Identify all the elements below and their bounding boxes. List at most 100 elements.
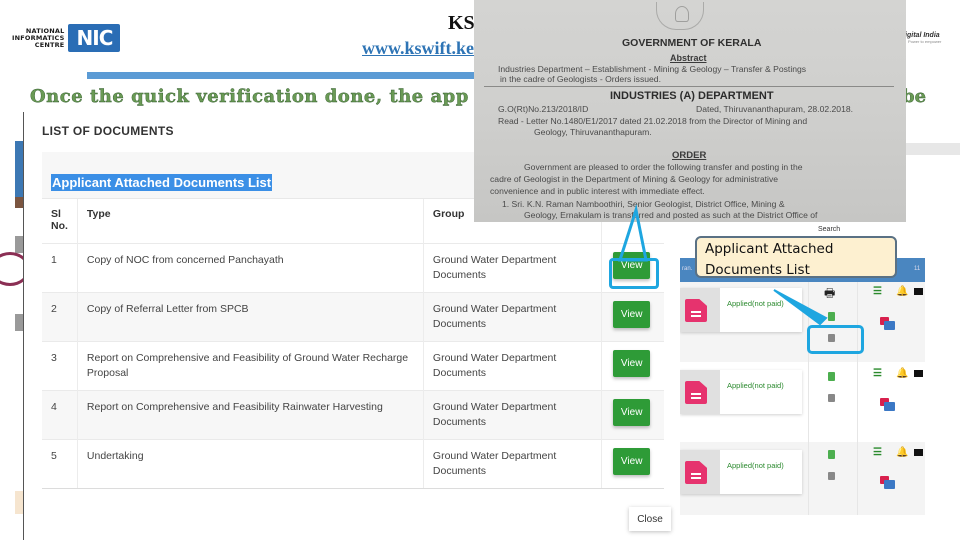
add-alert-icon[interactable]: 🔔 (896, 368, 908, 379)
icon-highlight-box (807, 325, 864, 354)
spreadsheet-icon[interactable] (828, 312, 835, 321)
go-government-heading: GOVERNMENT OF KERALA (622, 37, 762, 49)
column-divider (857, 282, 858, 515)
status-card[interactable]: Applied(not paid) (680, 288, 802, 332)
nic-logo-words: NATIONAL INFORMATICS CENTRE (12, 27, 65, 49)
nic-logo: NATIONAL INFORMATICS CENTRE NIC (12, 24, 121, 52)
cell-sl-no: 3 (42, 340, 78, 390)
callout-text: Applicant Attached (705, 241, 834, 257)
column-header-type: Type (77, 199, 424, 243)
nic-logo-mark: NIC (68, 24, 121, 52)
left-sidebar-block (15, 314, 23, 331)
status-icon-cell (680, 288, 720, 332)
print-icon[interactable]: 🖶 (824, 284, 835, 305)
left-sidebar-block (15, 197, 23, 208)
table-row: 4 Report on Comprehensive and Feasibility… (42, 389, 664, 439)
background-pane-bar (906, 143, 960, 155)
chat-icon[interactable] (880, 476, 896, 490)
chat-icon[interactable] (880, 317, 896, 331)
go-abstract-label: Abstract (670, 53, 707, 63)
view-button[interactable]: View (612, 447, 651, 475)
go-abstract-line: in the cadre of Geologists - Orders issu… (500, 74, 661, 84)
cell-type: Copy of NOC from concerned Panchayath (77, 242, 424, 292)
callout-text: Documents List (705, 262, 810, 278)
cell-type: Report on Comprehensive and Feasibility … (77, 389, 424, 439)
table-row: 2 Copy of Referral Letter from SPCB Ground… (42, 291, 664, 341)
cell-group: Ground Water Department Documents (423, 291, 602, 341)
list-icon[interactable]: ☰ (873, 286, 882, 297)
document-icon (685, 381, 707, 404)
message-icon[interactable] (914, 370, 923, 377)
add-alert-icon[interactable]: 🔔 (896, 447, 908, 458)
documents-table: Sl No. Type Group 1 Copy of NOC from conc… (42, 199, 664, 489)
cell-group: Ground Water Department Documents (423, 389, 602, 439)
table-row: 3 Report on Comprehensive and Feasibility… (42, 340, 664, 390)
chat-icon[interactable] (880, 398, 896, 412)
status-card[interactable]: Applied(not paid) (680, 370, 802, 414)
go-number: G.O(Rt)No.213/2018/ID (498, 104, 589, 114)
list-icon[interactable]: ☰ (873, 368, 882, 379)
left-sidebar-block (15, 491, 23, 514)
message-icon[interactable] (914, 288, 923, 295)
go-department: INDUSTRIES (A) DEPARTMENT (610, 90, 774, 102)
go-order-label: ORDER (672, 150, 707, 161)
view-button[interactable]: View (612, 398, 651, 426)
cell-view: View (601, 340, 664, 390)
status-text: Applied(not paid) (727, 461, 784, 470)
add-alert-icon[interactable]: 🔔 (896, 286, 908, 297)
cell-sl-no: 5 (42, 438, 78, 489)
attached-documents-icon[interactable] (828, 394, 835, 402)
cell-sl-no: 1 (42, 242, 78, 292)
cell-group: Ground Water Department Documents (423, 438, 602, 489)
go-read-line: Read - Letter No.1480/E1/2017 dated 21.0… (498, 116, 808, 126)
cell-type: Copy of Referral Letter from SPCB (77, 291, 424, 341)
left-sidebar-block (15, 141, 23, 197)
cell-type: Report on Comprehensive and Feasibility … (77, 340, 424, 390)
cell-view: View (601, 438, 664, 489)
view-highlight-box (609, 258, 659, 289)
cell-view: View (601, 291, 664, 341)
view-button[interactable]: View (612, 300, 651, 328)
cell-sl-no: 4 (42, 389, 78, 439)
status-icon-cell (680, 450, 720, 494)
modal-title: LIST OF DOCUMENTS (42, 124, 174, 138)
left-sidebar-block (15, 236, 23, 253)
column-divider (808, 282, 809, 515)
kerala-emblem (656, 2, 704, 30)
cell-group: Ground Water Department Documents (423, 242, 602, 292)
cell-view: View (601, 389, 664, 439)
status-text: Applied(not paid) (727, 299, 784, 308)
document-icon (685, 461, 707, 484)
close-button[interactable]: Close (629, 507, 671, 531)
status-text: Applied(not paid) (727, 381, 784, 390)
go-dated: Dated, Thiruvananthapuram, 28.02.2018. (696, 104, 854, 114)
message-icon[interactable] (914, 449, 923, 456)
status-card[interactable]: Applied(not paid) (680, 450, 802, 494)
slide-headline: Once the quick verification done, the ap… (30, 86, 469, 107)
digital-india-tagline: Power to empower (908, 39, 942, 44)
go-abstract-line: Industries Department – Establishment - … (498, 64, 807, 74)
view-button[interactable]: View (612, 349, 651, 377)
header-divider (87, 72, 487, 79)
header-cell: ran. (682, 266, 693, 272)
slide: NATIONAL INFORMATICS CENTRE NIC KSWIFT w… (0, 0, 960, 540)
logo-word: CENTRE (34, 40, 65, 49)
go-read-line: Geology, Thiruvananthapuram. (534, 127, 652, 137)
table-row: 5 Undertaking Ground Water Department Docu… (42, 438, 664, 489)
attached-documents-icon[interactable] (828, 472, 835, 480)
go-order-line: convenience and in public interest with … (490, 186, 705, 196)
go-order-line: cadre of Geologist in the Department of … (490, 174, 779, 184)
callout-tooltip: Applicant Attached Documents List (695, 236, 897, 278)
spreadsheet-icon[interactable] (828, 450, 835, 459)
document-icon (685, 299, 707, 322)
digital-india-logo: Digital India Power to empower (900, 32, 941, 44)
go-order-line: Government are pleased to order the foll… (524, 162, 803, 172)
cell-type: Undertaking (77, 438, 424, 489)
list-icon[interactable]: ☰ (873, 447, 882, 458)
header-cell: 11 (914, 266, 921, 272)
go-item-line: Geology, Ernakulam is transferred and po… (524, 210, 818, 220)
search-label: Search (818, 226, 841, 233)
spreadsheet-icon[interactable] (828, 372, 835, 381)
government-order-image: GOVERNMENT OF KERALA Abstract Industries… (474, 0, 906, 222)
cell-group: Ground Water Department Documents (423, 340, 602, 390)
